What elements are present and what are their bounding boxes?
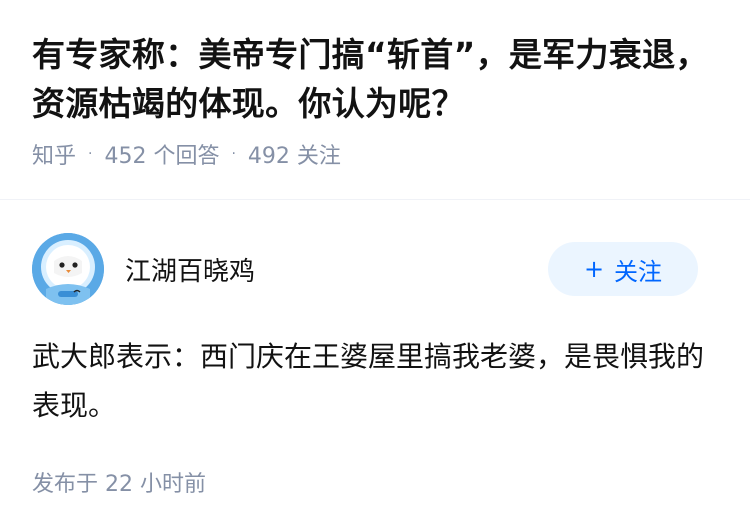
- author-name[interactable]: 江湖百晓鸡: [125, 251, 255, 288]
- plus-icon: +: [583, 255, 605, 283]
- answer-content[interactable]: 武大郎表示：西门庆在王婆屋里搞我老婆，是畏惧我的表现。: [32, 332, 722, 430]
- answers-count[interactable]: 452 个回答: [104, 138, 219, 170]
- meta-separator: ·: [88, 146, 93, 162]
- follow-button[interactable]: + 关注: [548, 242, 698, 296]
- question-title[interactable]: 有专家称：美帝专门搞“斩首”，是军力衰退，资源枯竭的体现。你认为呢？: [32, 30, 722, 128]
- source-label[interactable]: 知乎: [32, 138, 76, 170]
- published-time: 发布于 22 小时前: [32, 472, 206, 497]
- avatar[interactable]: [32, 233, 104, 305]
- question-header: 有专家称：美帝专门搞“斩首”，是军力衰退，资源枯竭的体现。你认为呢？ 知乎 · …: [32, 30, 722, 170]
- followers-count[interactable]: 492 关注: [248, 138, 341, 170]
- follow-label: 关注: [614, 257, 663, 286]
- section-divider: [0, 199, 750, 200]
- author-row: 江湖百晓鸡 + 关注: [32, 233, 698, 305]
- bird-astronaut-avatar-icon: [32, 233, 104, 305]
- meta-separator: ·: [231, 146, 236, 162]
- question-meta: 知乎 · 452 个回答 · 492 关注: [32, 138, 722, 170]
